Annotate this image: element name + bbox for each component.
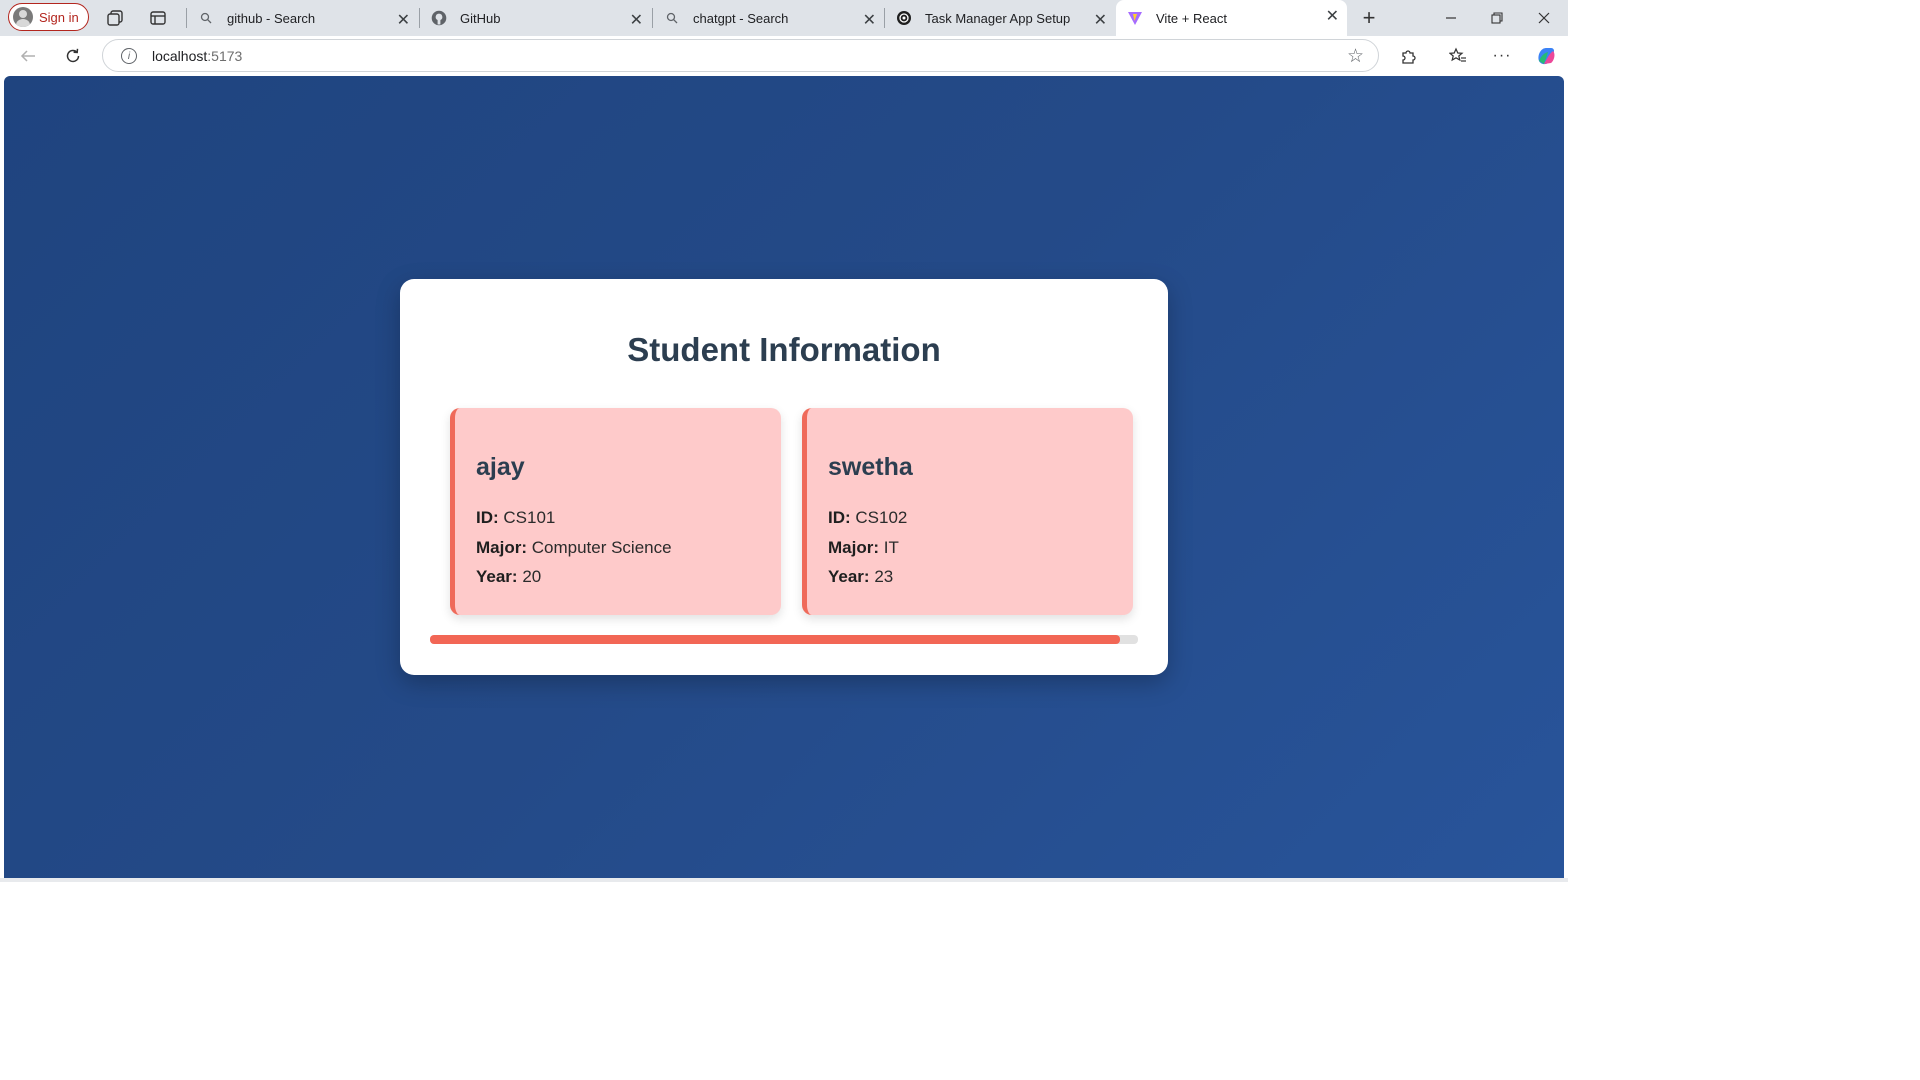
refresh-icon[interactable] [61, 44, 85, 68]
sign-in-label: Sign in [39, 9, 79, 25]
horizontal-scrollbar[interactable] [430, 635, 1138, 644]
scrollbar-thumb[interactable] [430, 635, 1121, 644]
page-viewport: Student Information ajay ID: CS101 Major… [4, 76, 1564, 878]
extensions-icon[interactable] [1396, 44, 1420, 68]
close-tab-icon[interactable]: ✕ [630, 10, 643, 30]
student-major: Major: Computer Science [476, 538, 672, 557]
page-title: Student Information [627, 331, 941, 368]
restore-icon[interactable] [1485, 6, 1509, 30]
tab-strip: Sign in github - Search ✕ GitHub ✕ chatg… [0, 0, 1568, 36]
tab-chatgpt-search[interactable]: chatgpt - Search ✕ [653, 4, 884, 32]
close-tab-icon[interactable]: ✕ [863, 10, 876, 30]
student-year: Year: 20 [476, 567, 542, 586]
vite-icon [1126, 9, 1144, 27]
back-arrow-icon[interactable] [16, 44, 40, 68]
tab-task-manager[interactable]: Task Manager App Setup ✕ [885, 4, 1115, 32]
student-id: ID: CS101 [476, 508, 556, 527]
favorites-icon[interactable] [1446, 44, 1470, 68]
window-bottom-edge [0, 878, 1568, 882]
close-tab-icon[interactable]: ✕ [397, 10, 410, 30]
chatgpt-icon [895, 9, 913, 27]
tab-vite-react[interactable]: Vite + React ✕ [1116, 0, 1347, 36]
favorite-star-icon[interactable]: ☆ [1347, 45, 1364, 68]
tab-title: Task Manager App Setup [925, 10, 1071, 26]
vertical-tabs-icon[interactable] [146, 6, 170, 30]
tab-title: github - Search [227, 10, 316, 26]
address-bar[interactable]: i localhost:5173 ☆ [102, 39, 1379, 72]
student-card: ajay ID: CS101 Major: Computer Science Y… [450, 408, 781, 615]
workspaces-icon[interactable] [103, 6, 127, 30]
tab-title: GitHub [460, 10, 501, 26]
browser-toolbar: i localhost:5173 ☆ ··· [0, 36, 1568, 76]
url-text[interactable]: localhost:5173 [152, 48, 242, 64]
close-tab-icon[interactable]: ✕ [1326, 6, 1339, 26]
new-tab-icon[interactable]: + [1357, 5, 1381, 30]
minimize-icon[interactable] [1439, 6, 1463, 30]
student-name: ajay [476, 453, 525, 481]
site-info-icon[interactable]: i [121, 48, 137, 64]
copilot-icon[interactable] [1534, 44, 1558, 68]
student-major: Major: IT [828, 538, 899, 557]
student-name: swetha [828, 453, 913, 481]
close-tab-icon[interactable]: ✕ [1094, 10, 1107, 30]
student-year: Year: 23 [828, 567, 894, 586]
search-icon [663, 9, 681, 27]
student-card: swetha ID: CS102 Major: IT Year: 23 [802, 408, 1133, 615]
tab-title: Vite + React [1156, 10, 1227, 26]
more-options-icon[interactable]: ··· [1490, 44, 1514, 68]
student-info-card: Student Information ajay ID: CS101 Major… [400, 279, 1168, 675]
sign-in-button[interactable]: Sign in [8, 3, 89, 31]
profile-avatar-icon [13, 7, 33, 27]
tab-github-search[interactable]: github - Search ✕ [187, 4, 418, 32]
github-icon [430, 9, 448, 27]
close-window-icon[interactable] [1532, 6, 1556, 30]
tab-github[interactable]: GitHub ✕ [420, 4, 651, 32]
student-id: ID: CS102 [828, 508, 908, 527]
tab-title: chatgpt - Search [693, 10, 789, 26]
search-icon [197, 9, 215, 27]
